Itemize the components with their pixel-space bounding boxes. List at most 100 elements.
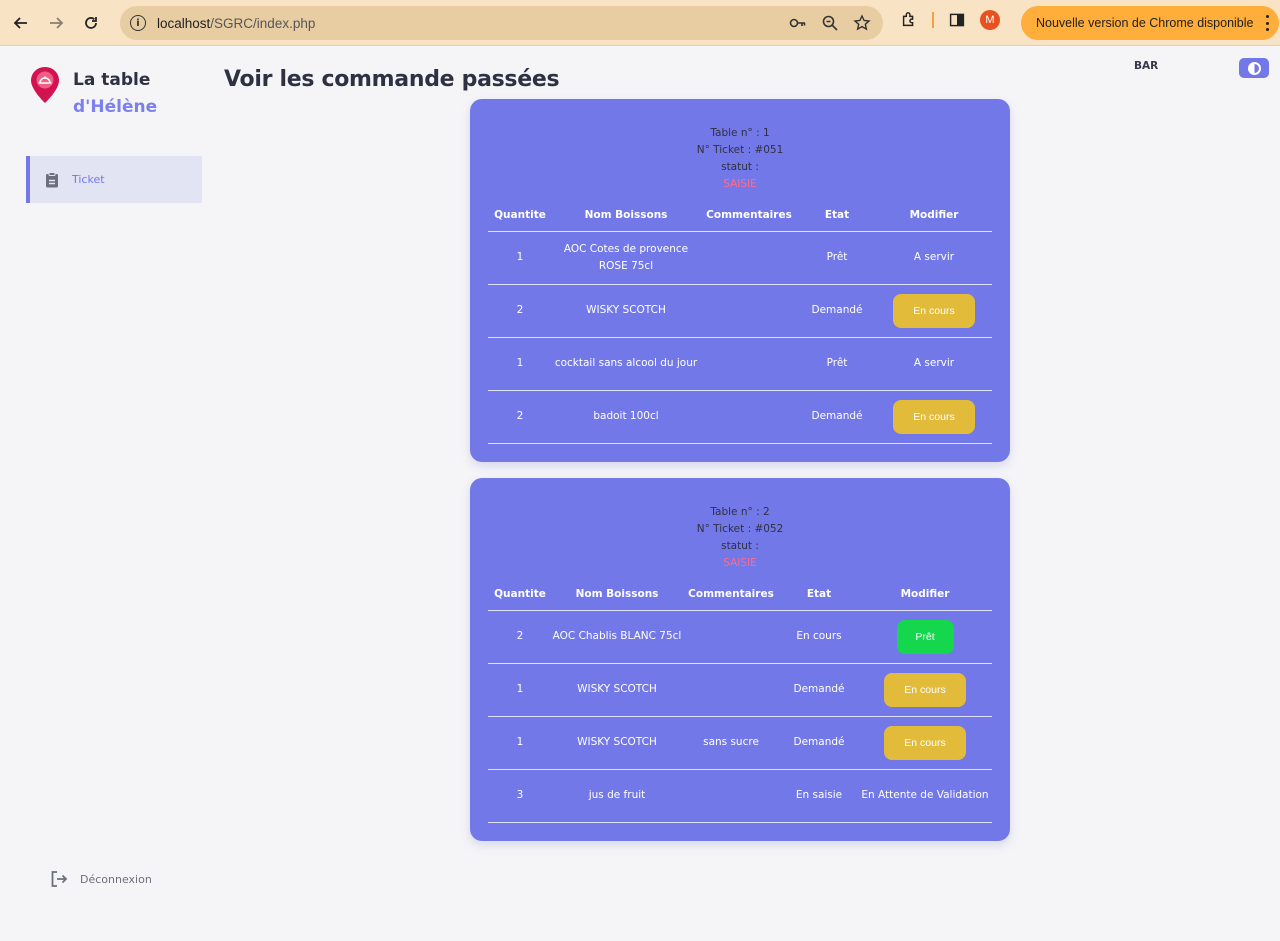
side-panel-icon[interactable] <box>946 9 968 31</box>
state-cell: Prêt <box>798 337 876 391</box>
comment-cell <box>700 231 798 285</box>
kebab-menu-icon[interactable] <box>1265 15 1269 31</box>
comment-cell <box>682 663 780 717</box>
table-number: Table n° : 1 <box>710 127 770 139</box>
orders-table: Quantite Nom Boissons Commentaires Etat Modi… <box>488 199 992 444</box>
mark-in-progress-button[interactable]: En cours <box>893 399 975 434</box>
mark-in-progress-button[interactable]: En cours <box>884 725 966 760</box>
state-cell: Prêt <box>798 231 876 285</box>
action-cell: En cours <box>876 284 992 338</box>
status-label: statut : <box>721 161 759 173</box>
table-row: 1 cocktail sans alcool du jour Prêt A servi… <box>488 337 992 391</box>
status-value: SAISIE <box>723 178 757 190</box>
status-value: SAISIE <box>723 557 757 569</box>
mark-in-progress-button[interactable]: En cours <box>884 672 966 707</box>
table-row: 1 WISKY SCOTCH Demandé En cours <box>488 663 992 717</box>
url-text: localhost/SGRC/index.php <box>157 16 315 31</box>
key-icon[interactable] <box>789 14 807 32</box>
action-status-text: A servir <box>913 357 955 369</box>
column-header: Commentaires <box>682 578 780 611</box>
contrast-icon <box>1247 61 1261 75</box>
column-header: Modifier <box>876 199 992 232</box>
url-path: /SGRC/index.php <box>210 15 316 31</box>
state-cell: Demandé <box>780 663 858 717</box>
url-host: localhost <box>157 15 211 31</box>
drink-name-cell: WISKY SCOTCH <box>552 663 682 717</box>
forward-arrow-icon[interactable] <box>42 9 70 37</box>
table-row: 2 WISKY SCOTCH Demandé En cours <box>488 284 992 338</box>
action-cell: A servir <box>876 337 992 391</box>
column-header: Commentaires <box>700 199 798 232</box>
role-label: BAR <box>1134 60 1159 72</box>
action-cell: A servir <box>876 231 992 285</box>
ticket-header: Table n° : 2 N° Ticket : #052 statut : SAIS… <box>470 478 1010 572</box>
mark-in-progress-button[interactable]: En cours <box>893 293 975 328</box>
table-row: 1 AOC Cotes de provence ROSE 75cl Prêt A se… <box>488 231 992 285</box>
reload-icon[interactable] <box>77 9 105 37</box>
column-header: Quantite <box>488 199 552 232</box>
action-status-text: En Attente de Validation <box>861 789 989 801</box>
quantity-cell: 1 <box>488 337 552 391</box>
brand-line-1: La table <box>73 70 151 90</box>
comment-cell <box>700 337 798 391</box>
state-cell: Demandé <box>798 390 876 444</box>
quantity-cell: 1 <box>488 231 552 285</box>
drink-name-cell: AOC Chablis BLANC 75cl <box>552 610 682 664</box>
column-header: Nom Boissons <box>552 199 700 232</box>
brand-logo[interactable]: La table d'Hélène <box>30 66 157 117</box>
star-icon[interactable] <box>853 14 871 32</box>
table-row: 2 AOC Chablis BLANC 75cl En cours Prêt <box>488 610 992 664</box>
ticket-card: Table n° : 2 N° Ticket : #052 statut : SAIS… <box>470 478 1010 841</box>
logout-label: Déconnexion <box>80 872 152 886</box>
site-info-icon[interactable]: i <box>130 15 146 31</box>
table-header-row: Quantite Nom Boissons Commentaires Etat Modi… <box>488 578 992 611</box>
logout-link[interactable]: Déconnexion <box>50 870 152 888</box>
sidebar-item-ticket[interactable]: Ticket <box>26 156 202 203</box>
action-cell: En cours <box>858 663 992 717</box>
brand-line-2: d'Hélène <box>73 97 158 117</box>
profile-avatar[interactable]: M <box>980 10 1000 30</box>
sidebar-item-label: Ticket <box>72 173 105 186</box>
quantity-cell: 2 <box>488 610 552 664</box>
logout-icon <box>51 871 68 887</box>
table-number: Table n° : 2 <box>710 506 770 518</box>
page-title: Voir les commande passées <box>224 67 560 92</box>
drink-name-cell: WISKY SCOTCH <box>552 284 700 338</box>
back-arrow-icon[interactable] <box>7 9 35 37</box>
theme-toggle-button[interactable] <box>1239 58 1269 78</box>
column-header: Etat <box>798 199 876 232</box>
ticket-number: N° Ticket : #052 <box>696 523 784 535</box>
address-bar[interactable]: i localhost/SGRC/index.php <box>120 6 883 40</box>
drink-name-cell: jus de fruit <box>552 769 682 823</box>
column-header: Modifier <box>858 578 992 611</box>
comment-cell <box>700 284 798 338</box>
action-cell: Prêt <box>858 610 992 664</box>
drink-name-cell: WISKY SCOTCH <box>552 716 682 770</box>
column-header: Nom Boissons <box>552 578 682 611</box>
comment-cell: sans sucre <box>682 716 780 770</box>
drink-name-cell: AOC Cotes de provence ROSE 75cl <box>552 231 700 285</box>
action-cell: En Attente de Validation <box>858 769 992 823</box>
toolbar-divider <box>932 12 934 28</box>
column-header: Quantite <box>488 578 552 611</box>
drink-name-cell: badoit 100cl <box>552 390 700 444</box>
orders-table: Quantite Nom Boissons Commentaires Etat Modi… <box>488 578 992 823</box>
state-cell: Demandé <box>780 716 858 770</box>
action-status-text: A servir <box>913 251 955 263</box>
table-row: 3 jus de fruit En saisie En Attente de Vali… <box>488 769 992 823</box>
action-cell: En cours <box>858 716 992 770</box>
state-cell: En cours <box>780 610 858 664</box>
browser-toolbar: i localhost/SGRC/index.php M Nouvelle ve… <box>0 0 1280 46</box>
ticket-number: N° Ticket : #051 <box>696 144 784 156</box>
table-header-row: Quantite Nom Boissons Commentaires Etat Modi… <box>488 199 992 232</box>
extensions-puzzle-icon[interactable] <box>898 9 920 31</box>
chrome-update-button[interactable]: Nouvelle version de Chrome disponible <box>1021 6 1279 40</box>
mark-ready-button[interactable]: Prêt <box>896 619 954 654</box>
comment-cell <box>700 390 798 444</box>
state-cell: Demandé <box>798 284 876 338</box>
drink-name-cell: cocktail sans alcool du jour <box>552 337 700 391</box>
zoom-icon[interactable] <box>821 14 839 32</box>
map-pin-icon <box>31 67 59 103</box>
column-header: Etat <box>780 578 858 611</box>
table-row: 2 badoit 100cl Demandé En cours <box>488 390 992 444</box>
